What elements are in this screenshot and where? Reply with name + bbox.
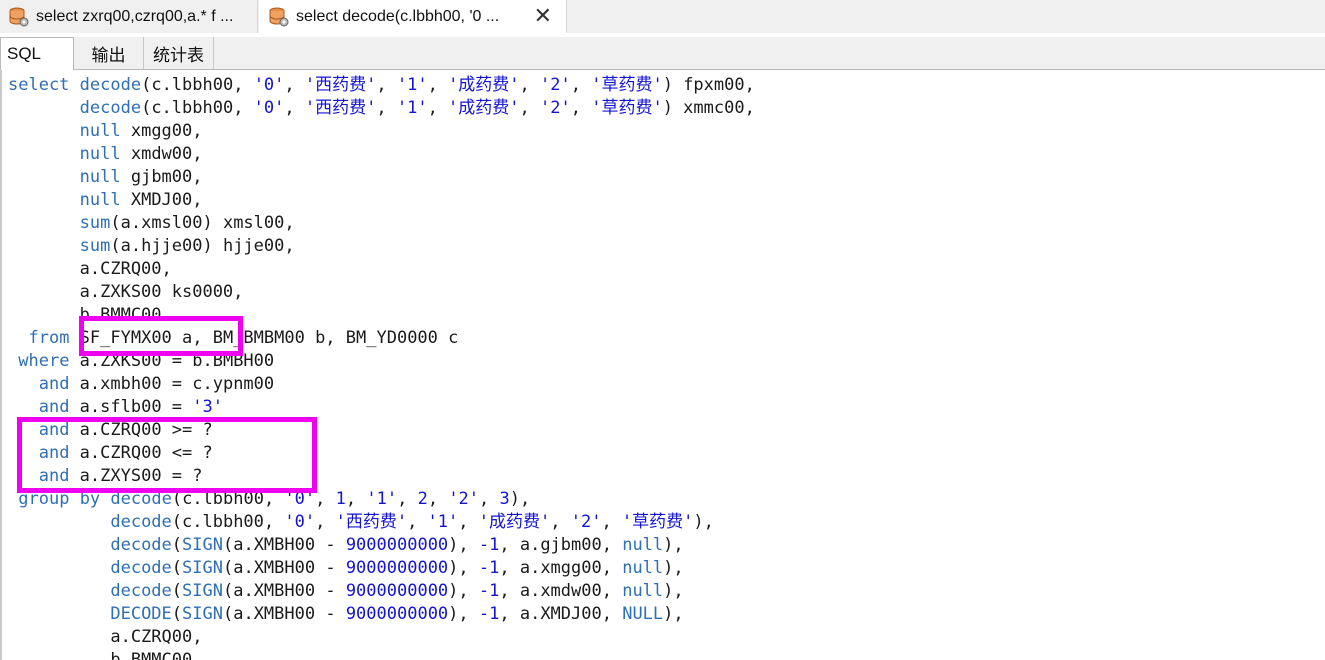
tab-title: select zxrq00,czrq00,a.* f ... [36,7,234,25]
code-line: a.CZRQ00, [8,259,172,279]
code-line: decode(SIGN(a.XMBH00 - 9000000000), -1, … [110,581,684,601]
document-tab-bar: select zxrq00,czrq00,a.* f ... select de… [0,0,1325,33]
code-line: b.BMMC00 [8,650,193,660]
tab-sql[interactable]: SQL [0,37,74,70]
code-line: null xmdw00, [79,144,203,164]
code-line: decode(c.lbbh00, '0', '西药费', '1', '成药费',… [79,98,755,118]
database-icon [269,7,289,26]
database-icon [9,7,29,26]
code-line: from SF_FYMX00 a, BM_BMBM00 b, BM_YD0000… [28,328,459,348]
sql-code[interactable]: select decode(c.lbbh00, '0', '西药费', '1',… [8,74,755,660]
code-line: where a.ZXKS00 = b.BMBH00 [18,351,275,371]
code-line: null XMDJ00, [79,190,203,210]
code-line: a.CZRQ00, [8,627,203,647]
code-line: and a.CZRQ00 <= ? [38,443,213,463]
code-line: sum(a.hjje00) hjje00, [79,236,295,256]
code-line: null xmgg00, [79,121,203,141]
tab-statistics[interactable]: 统计表 [144,37,214,69]
code-line: and a.sflb00 = '3' [38,397,223,417]
code-line: decode(c.lbbh00, '0', '西药费', '1', '成药费',… [110,512,714,532]
tab-output[interactable]: 输出 [74,37,144,69]
tab-query-1[interactable]: select zxrq00,czrq00,a.* f ... [0,0,258,33]
code-line: select decode(c.lbbh00, '0', '西药费', '1',… [8,75,755,95]
code-line: a.ZXKS00 ks0000, [8,282,244,302]
result-tab-bar: SQL 输出 统计表 [0,37,1325,70]
code-line: null gjbm00, [79,167,203,187]
code-line: decode(SIGN(a.XMBH00 - 9000000000), -1, … [110,558,684,578]
code-line: and a.xmbh00 = c.ypnm00 [38,374,275,394]
tab-title: select decode(c.lbbh00, '0 ... [296,7,500,25]
sql-editor[interactable]: select decode(c.lbbh00, '0', '西药费', '1',… [0,70,1325,660]
tab-query-2[interactable]: select decode(c.lbbh00, '0 ... ✕ [259,0,567,33]
close-icon[interactable]: ✕ [534,3,552,29]
code-line: and a.CZRQ00 >= ? [38,420,213,440]
code-line: and a.ZXYS00 = ? [38,466,203,486]
code-line: sum(a.xmsl00) xmsl00, [79,213,295,233]
code-line: group by decode(c.lbbh00, '0', 1, '1', 2… [18,489,531,509]
code-line: b.BMMC00 [8,305,162,325]
code-line: decode(SIGN(a.XMBH00 - 9000000000), -1, … [110,535,684,555]
code-line: DECODE(SIGN(a.XMBH00 - 9000000000), -1, … [110,604,684,624]
